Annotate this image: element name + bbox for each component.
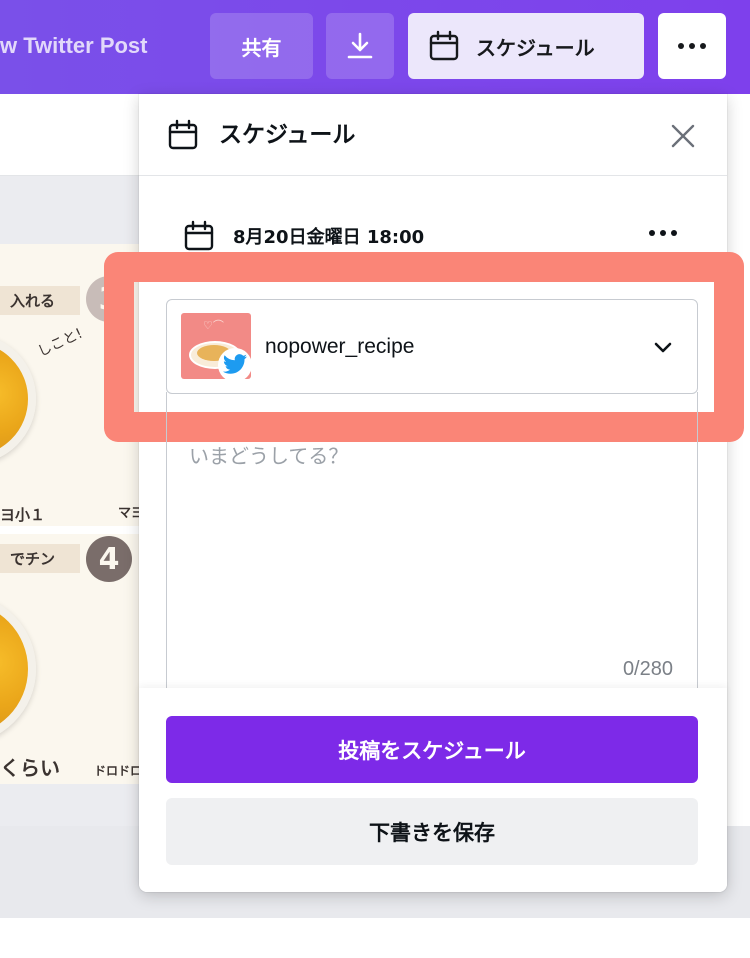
ingredient-caption: マヨ	[118, 506, 140, 521]
calendar-icon	[429, 30, 459, 61]
tweet-placeholder: いまどうしてる？	[189, 444, 349, 468]
handwritten-note: しこと!	[35, 325, 86, 361]
more-options-button[interactable]	[658, 13, 726, 79]
top-bar: w Twitter Post 共有 スケジュール	[0, 0, 750, 94]
save-draft-button-label: 下書きを保存	[369, 820, 495, 845]
food-bowl-image	[0, 334, 36, 464]
food-bowl-image	[0, 594, 36, 744]
download-button[interactable]	[326, 13, 394, 79]
share-button[interactable]: 共有	[210, 13, 313, 79]
share-button-label: 共有	[241, 35, 282, 60]
step-caption: くらい	[0, 756, 60, 780]
panel-title: スケジュール	[219, 122, 356, 148]
page-divider	[0, 526, 140, 534]
editor-toolbar-strip	[0, 94, 140, 176]
schedule-datetime[interactable]: 8月20日金曜日 18:00	[233, 224, 424, 252]
schedule-post-button-label: 投稿をスケジュール	[338, 738, 526, 763]
more-horizontal-icon[interactable]	[649, 230, 677, 236]
panel-header: スケジュール	[139, 94, 727, 176]
step-label: 入れる	[0, 286, 80, 315]
ingredient-caption: ヨ小１	[0, 506, 46, 524]
close-icon[interactable]	[667, 120, 699, 152]
download-icon	[347, 32, 373, 59]
schedule-post-button[interactable]: 投稿をスケジュール	[166, 716, 698, 783]
step-number-badge: 4	[86, 536, 132, 582]
schedule-button-label: スケジュール	[476, 35, 595, 60]
more-horizontal-icon	[678, 43, 706, 49]
schedule-button[interactable]: スケジュール	[408, 13, 644, 79]
calendar-icon	[168, 119, 198, 150]
character-counter: 0/280	[622, 658, 673, 680]
document-title[interactable]: w Twitter Post	[0, 28, 200, 64]
tweet-textarea[interactable]: いまどうしてる？ 0/280	[166, 392, 698, 688]
step-label: でチン	[0, 544, 80, 573]
step-caption: ドロドロ	[94, 764, 140, 778]
save-draft-button[interactable]: 下書きを保存	[166, 798, 698, 865]
calendar-icon	[184, 220, 214, 251]
